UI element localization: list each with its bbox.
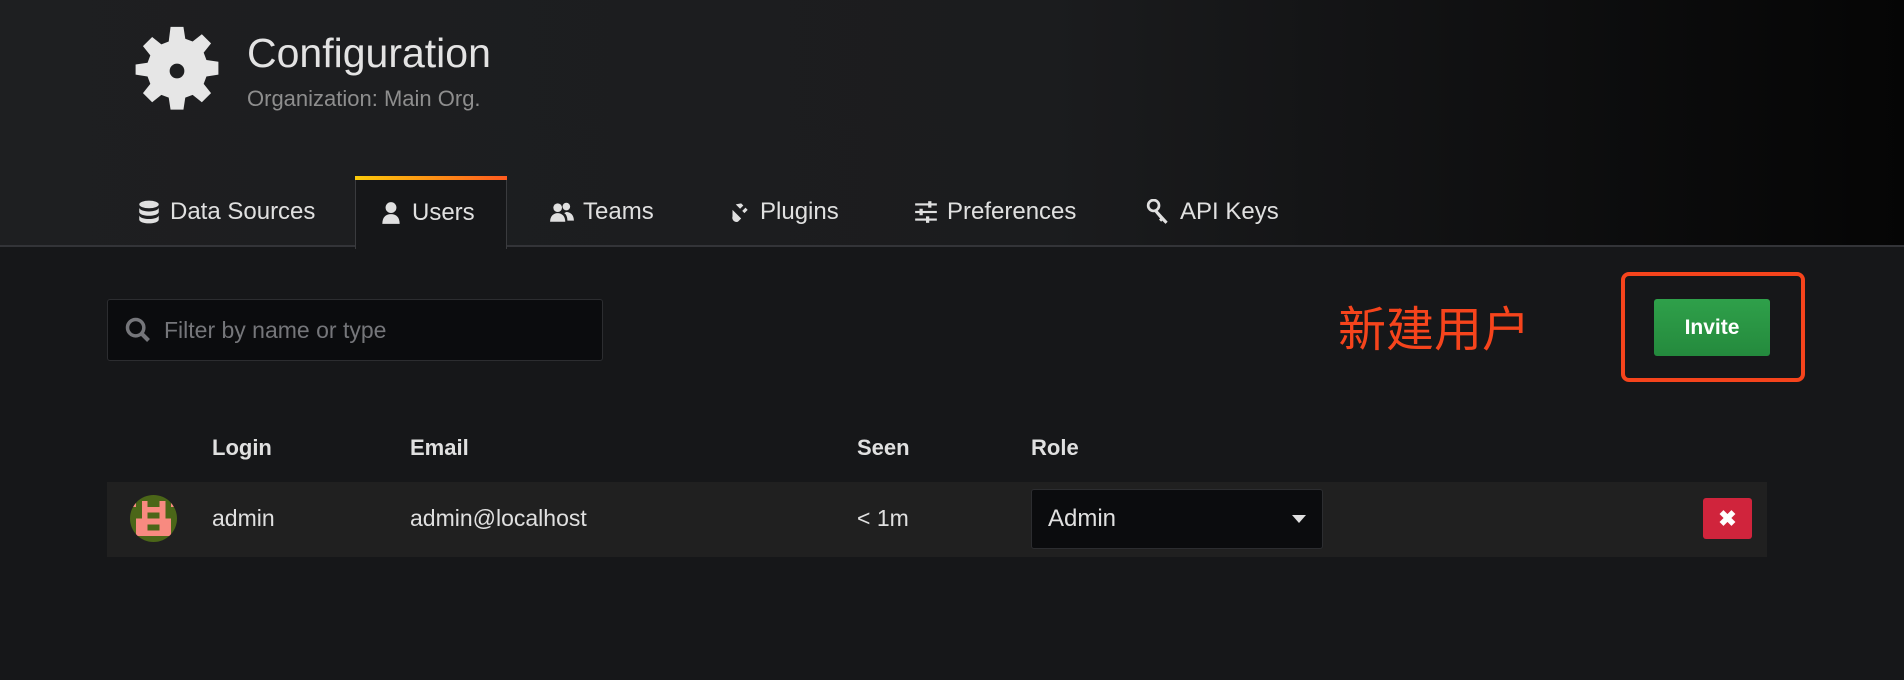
tab-api-keys[interactable]: API Keys: [1124, 176, 1301, 248]
search-input[interactable]: [164, 316, 564, 344]
tab-label: Data Sources: [170, 198, 316, 225]
tab-preferences[interactable]: Preferences: [891, 176, 1098, 248]
search-icon: [125, 317, 150, 342]
close-icon: ✖: [1718, 505, 1737, 531]
database-icon: [139, 200, 159, 224]
page-header: Configuration Organization: Main Org. Da…: [0, 0, 1904, 249]
users-icon: [550, 202, 574, 222]
tab-label: Teams: [583, 198, 654, 225]
invite-button[interactable]: Invite: [1654, 299, 1770, 356]
column-header-login: Login: [212, 435, 272, 460]
sliders-icon: [915, 201, 937, 223]
user-login: admin: [212, 505, 275, 531]
search-box[interactable]: [107, 299, 603, 361]
tab-label: Plugins: [760, 198, 839, 225]
user-icon: [382, 201, 400, 224]
gear-icon: [135, 26, 219, 110]
column-header-role: Role: [1031, 435, 1079, 460]
column-header-seen: Seen: [857, 435, 910, 460]
tab-plugins[interactable]: Plugins: [704, 176, 861, 248]
chevron-down-icon: [1292, 515, 1306, 523]
tab-data-sources[interactable]: Data Sources: [114, 176, 337, 248]
role-value: Admin: [1048, 505, 1117, 532]
tab-teams[interactable]: Teams: [527, 176, 676, 248]
page-title: Configuration: [247, 30, 491, 76]
role-select[interactable]: Admin: [1031, 489, 1323, 549]
user-email: admin@localhost: [410, 505, 587, 531]
tab-users[interactable]: Users: [355, 176, 507, 249]
plug-icon: [729, 203, 748, 222]
delete-user-button[interactable]: ✖: [1703, 498, 1752, 539]
tab-label: Preferences: [947, 198, 1077, 225]
page-subtitle: Organization: Main Org.: [247, 86, 481, 111]
annotation-label: 新建用户: [1338, 302, 1531, 358]
key-icon: [1146, 199, 1168, 224]
tab-label: Users: [412, 198, 475, 226]
tab-label: API Keys: [1180, 198, 1279, 225]
table-row: [107, 482, 1767, 557]
user-seen: < 1m: [857, 505, 909, 531]
column-header-email: Email: [410, 435, 469, 460]
avatar: [130, 495, 177, 542]
